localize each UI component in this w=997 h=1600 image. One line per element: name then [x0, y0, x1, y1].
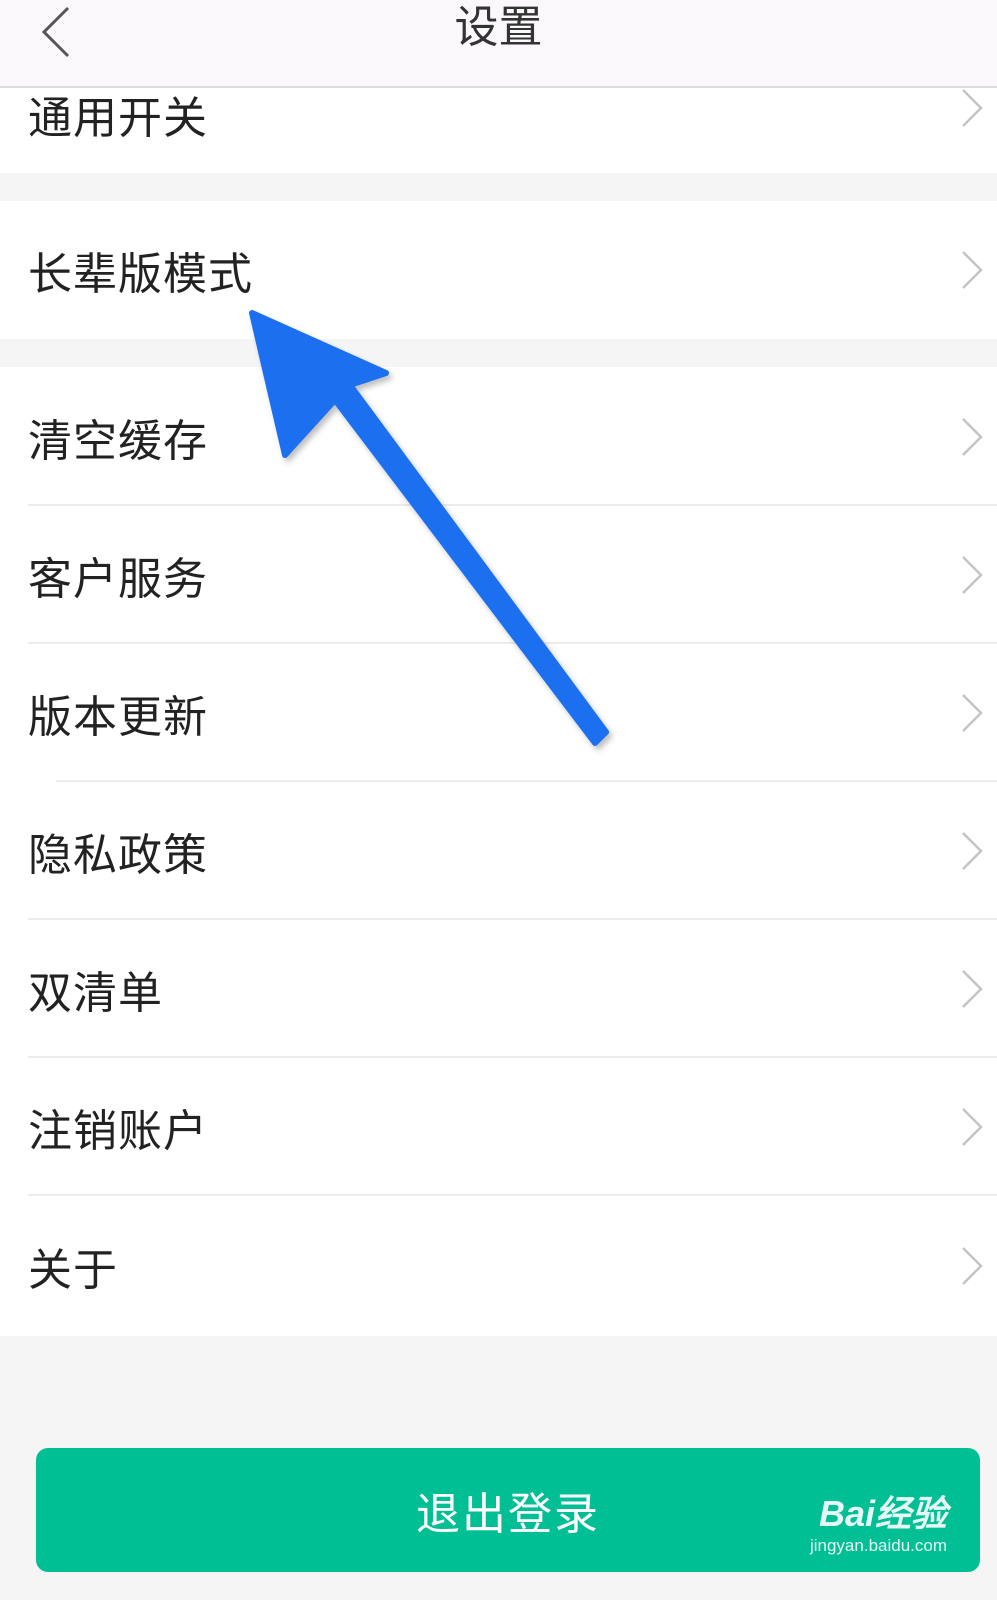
- row-label: 清空缓存: [28, 415, 208, 467]
- settings-row-customer-service[interactable]: 客户服务: [0, 506, 997, 644]
- settings-group-elder: 长辈版模式: [0, 201, 997, 339]
- top-nav-bar: 设置: [0, 0, 997, 88]
- watermark-url: jingyan.baidu.com: [809, 1536, 947, 1555]
- row-label: 隐私政策: [28, 830, 208, 881]
- chevron-right-icon: [962, 694, 983, 732]
- chevron-right-icon: [962, 1247, 983, 1285]
- baidu-jingyan-watermark: Bai经验 jingyan.baidu.com: [747, 1494, 947, 1574]
- chevron-right-icon: [962, 832, 983, 870]
- row-label: 通用开关: [28, 93, 208, 144]
- row-label: 版本更新: [28, 692, 208, 743]
- settings-row-elder-mode[interactable]: 长辈版模式: [0, 201, 997, 339]
- watermark-brand: Bai经验: [818, 1493, 947, 1534]
- settings-row-privacy-policy[interactable]: 隐私政策: [0, 782, 997, 920]
- settings-row-about[interactable]: 关于: [0, 1196, 997, 1336]
- chevron-right-icon: [962, 1108, 983, 1146]
- row-label: 注销账户: [28, 1106, 208, 1157]
- row-label: 关于: [28, 1245, 118, 1296]
- row-label: 双清单: [28, 968, 163, 1019]
- settings-group-main: 清空缓存 客户服务 版本更新 隐私政策 双清单 注销账户 关于: [0, 367, 997, 1336]
- row-label: 长辈版模式: [28, 249, 253, 300]
- page-title: 设置: [454, 2, 543, 53]
- row-label: 客户服务: [28, 554, 208, 605]
- settings-row-cancel-account[interactable]: 注销账户: [0, 1058, 997, 1196]
- chevron-right-icon: [962, 251, 983, 289]
- settings-row-version-update[interactable]: 版本更新: [0, 644, 997, 782]
- chevron-right-icon: [962, 417, 983, 456]
- settings-screen: 设置 通用开关 长辈版模式 清空缓存 客户服务 版本更新 隐私政策 双清单 注销…: [0, 0, 997, 1600]
- settings-row-clear-cache[interactable]: 清空缓存: [0, 367, 997, 506]
- chevron-right-icon: [962, 970, 983, 1008]
- settings-row-dual-list[interactable]: 双清单: [0, 920, 997, 1058]
- chevron-right-icon: [962, 556, 983, 594]
- chevron-right-icon: [962, 89, 983, 127]
